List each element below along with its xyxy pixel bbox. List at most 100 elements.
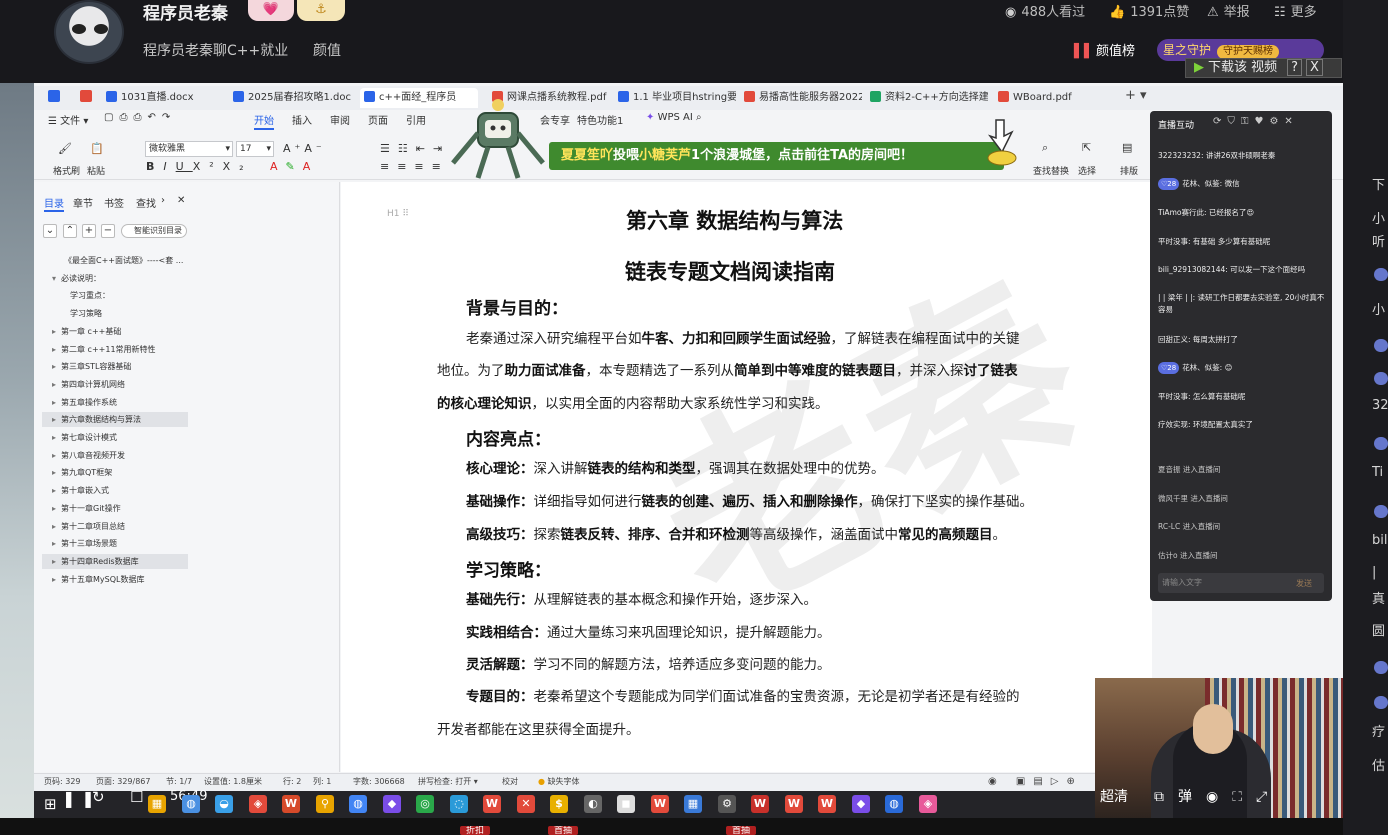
select-icon[interactable]: ⇱ [1082,141,1091,154]
expand-arrow-icon[interactable]: ▸ [52,327,56,336]
rank-button[interactable]: ▌▌ 颜值榜 [1074,40,1144,60]
taskbar-app-icon[interactable]: ◼ [617,795,635,813]
taskbar-app-icon[interactable]: ⚲ [316,795,334,813]
toc-item[interactable]: ▸ 第二章 c++11常用新特性 [52,342,156,357]
font-grow-shrink-icons[interactable]: A⁺A⁻ [283,142,326,155]
status-spell[interactable]: 拼写检查: 打开 ▾ [418,776,478,787]
status-row[interactable]: 行: 2 [283,776,301,787]
smart-toc-button[interactable]: 智能识别目录 [121,224,187,238]
toc-item[interactable]: 学习策略 [70,306,102,321]
doc-tab[interactable]: 1.1 毕业项目hstring要求 [618,88,736,108]
nav-tab-find[interactable]: 查找 [136,195,156,210]
taskbar-app-icon[interactable]: ◌ [450,795,468,813]
taskbar-app-icon[interactable]: ◒ [215,795,233,813]
format-painter-icon[interactable]: 🖌 [58,142,72,155]
toc-item[interactable]: ▸ 第八章音视频开发 [52,448,125,463]
font-color-icons[interactable]: A✎A [270,160,318,173]
expand-arrow-icon[interactable]: ▸ [52,415,56,424]
doc-tab[interactable]: 1031直播.docx [106,88,224,108]
toc-item[interactable]: 学习重点： [70,288,110,303]
player-control-icons[interactable]: ⧉弹◉⛶⤢ [1154,786,1281,806]
expand-arrow-icon[interactable]: ▸ [52,362,56,371]
taskbar-app-icon[interactable]: W [785,795,803,813]
streamer-name[interactable]: 程序员老秦 [143,0,228,24]
close-nav-icon[interactable]: ✕ [177,195,185,206]
toc-item[interactable]: ▸ 第一章 c++基础 [52,324,121,339]
toc-item[interactable]: ▸ 第十三章场景题 [52,536,117,551]
expand-arrow-icon[interactable]: ▸ [52,575,56,584]
status-page[interactable]: 页码: 329 [44,776,81,787]
text-style-icons[interactable]: BIUX²X₂ [146,160,253,173]
windows-start-icon[interactable]: ⊞ [44,795,57,813]
taskbar-app-icon[interactable]: W [651,795,669,813]
taskbar-app-icon[interactable]: ✕ [517,795,535,813]
more-button[interactable]: ☷ 更多 [1274,1,1317,20]
taskbar-app-icon[interactable]: ◆ [383,795,401,813]
collapse-icon[interactable]: ⌄ [43,224,57,238]
fan-badge[interactable]: 💗 [248,0,294,21]
doc-tab[interactable]: 易播高性能服务器202201 [744,88,862,108]
toc-item[interactable]: ▸ 第七章设计模式 [52,430,117,445]
layout-icon[interactable]: ▤ [1122,141,1132,154]
menu-home[interactable]: 开始 [254,112,274,130]
alignment-icons[interactable]: ≡≡≡≡ [380,160,449,173]
status-pages[interactable]: 页面: 329/867 [96,776,150,787]
status-section[interactable]: 节: 1/7 [166,776,192,787]
nav-tab-toc[interactable]: 目录 [44,195,64,212]
streamer-avatar[interactable] [54,0,124,64]
close-download-bar[interactable]: X [1306,59,1323,76]
quick-access-icons[interactable]: ▢⎙⎙↶↷ [104,112,176,123]
font-size-select[interactable]: 17 ▾ [236,141,274,157]
toc-item[interactable]: ▾ 必读说明： [52,271,101,286]
taskbar-app-icon[interactable]: W [818,795,836,813]
toc-item[interactable]: ▸ 第十一章Git操作 [52,501,121,516]
find-replace-button[interactable]: 查找替换 [1033,164,1069,177]
view-mode-icons[interactable]: ◉ ▣▤▷⊕ [988,776,1083,787]
toc-item[interactable]: ▸ 第十二章项目总结 [52,519,125,534]
taskbar-app-icon[interactable]: ▦ [148,795,166,813]
taskbar-app-icon[interactable]: W [282,795,300,813]
menu-insert[interactable]: 插入 [292,112,312,127]
expand-arrow-icon[interactable]: ▸ [52,539,56,548]
add-icon[interactable]: + [82,224,96,238]
taskbar-app-icon[interactable]: ◈ [919,795,937,813]
find-icon[interactable]: ⌕ [1042,141,1048,155]
promo-tag[interactable]: 折扣 [460,826,491,835]
doc-tab[interactable]: WBoard.pdf [998,88,1108,108]
toc-item[interactable]: ▸ 第四章计算机网络 [52,377,125,392]
expand-arrow-icon[interactable]: ▾ [52,274,56,283]
toc-item[interactable]: ▸ 第五章操作系统 [52,395,117,410]
status-words[interactable]: 字数: 306668 [353,776,405,787]
select-button[interactable]: 选择 [1078,164,1096,177]
layout-button[interactable]: 排版 [1120,164,1138,177]
danmaku-icon[interactable]: ☐ [130,788,143,806]
menu-reference[interactable]: 引用 [406,112,426,127]
expand-arrow-icon[interactable]: ▸ [52,504,56,513]
taskbar-app-icon[interactable]: ◆ [852,795,870,813]
taskbar-app-icon[interactable]: ◈ [249,795,267,813]
taskbar-app-icon[interactable]: ◍ [349,795,367,813]
status-col[interactable]: 列: 1 [313,776,331,787]
taskbar-app-icon[interactable]: ◍ [182,795,200,813]
expand-icon[interactable]: ⌃ [63,224,77,238]
promo-tag[interactable]: 首抽 [548,826,579,835]
nav-tab-chapter[interactable]: 章节 [73,195,93,210]
toc-item[interactable]: ▸ 第十四章Redis数据库 [42,554,188,569]
taskbar-app-icon[interactable]: ◎ [416,795,434,813]
remove-icon[interactable]: − [101,224,115,238]
list-icons[interactable]: ☰☷⇤⇥ [380,142,450,155]
chevron-right-icon[interactable]: › [161,195,165,206]
toc-item[interactable]: ▸ 第六章数据结构与算法 [42,412,188,427]
wps-home-icon[interactable] [48,90,60,102]
status-setting[interactable]: 设置值: 1.8厘米 [204,776,262,787]
expand-arrow-icon[interactable]: ▸ [52,451,56,460]
chat-tool-icons[interactable]: ⟳⛉⚿♥⚙✕ [1213,116,1299,127]
doc-tab[interactable]: 资料2-C++方向选择建议 [870,88,988,108]
menu-page[interactable]: 页面 [368,112,388,127]
toc-item[interactable]: ▸ 第十章嵌入式 [52,483,109,498]
font-select[interactable]: 微软雅黑 ▾ [145,141,233,157]
status-proof[interactable]: 校对 [502,776,518,787]
status-missing-font[interactable]: ● 缺失字体 [538,776,580,787]
taskbar-app-icon[interactable]: ⚙ [718,795,736,813]
chat-send-button[interactable]: 发送 [1296,578,1312,589]
